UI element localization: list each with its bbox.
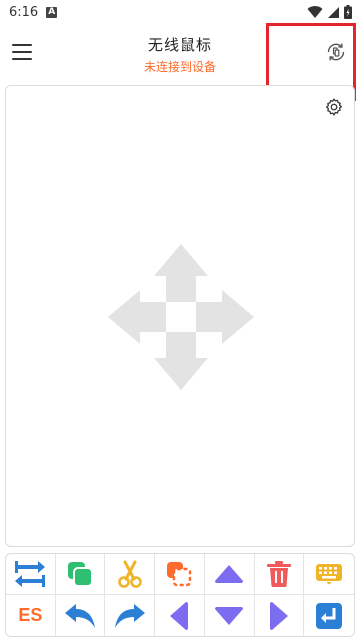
switch-icon (15, 561, 46, 587)
select-all-icon (167, 562, 192, 587)
esc-button[interactable]: ES (6, 595, 56, 636)
bottom-toolbar: ES (5, 553, 355, 637)
cell-signal-icon (328, 6, 339, 18)
arrow-up-icon (215, 565, 244, 583)
status-time: 6:16 (9, 4, 39, 20)
wifi-icon (307, 6, 323, 19)
enter-icon (316, 602, 343, 629)
arrow-left-button[interactable] (155, 595, 205, 636)
copy-icon (68, 562, 94, 587)
select-all-button[interactable] (155, 554, 205, 595)
keyboard-icon (316, 564, 343, 585)
delete-button[interactable] (254, 554, 305, 595)
esc-label: ES (18, 605, 43, 625)
undo-button[interactable] (56, 595, 106, 636)
battery-charging-icon (344, 5, 352, 19)
a-letter-icon: A (46, 6, 58, 18)
undo-icon (65, 603, 96, 628)
arrow-right-icon (269, 601, 288, 630)
copy-button[interactable] (55, 554, 106, 595)
keyboard-button[interactable] (304, 554, 354, 595)
touchpad-area[interactable] (5, 85, 355, 547)
redo-icon (114, 603, 145, 628)
arrow-left-icon (170, 601, 189, 630)
arrow-up-button[interactable] (204, 554, 255, 595)
enter-button[interactable] (304, 595, 354, 636)
cut-button[interactable] (105, 554, 156, 595)
arrow-right-button[interactable] (255, 595, 305, 636)
switch-button[interactable] (6, 554, 56, 595)
move-cross-icon (108, 244, 254, 390)
redo-button[interactable] (105, 595, 156, 636)
gear-icon[interactable] (324, 97, 344, 117)
arrow-down-icon (215, 606, 244, 625)
arrow-down-button[interactable] (205, 595, 255, 636)
cut-icon (117, 560, 142, 588)
status-bar: 6:16 A (0, 0, 360, 24)
delete-icon (266, 561, 291, 587)
